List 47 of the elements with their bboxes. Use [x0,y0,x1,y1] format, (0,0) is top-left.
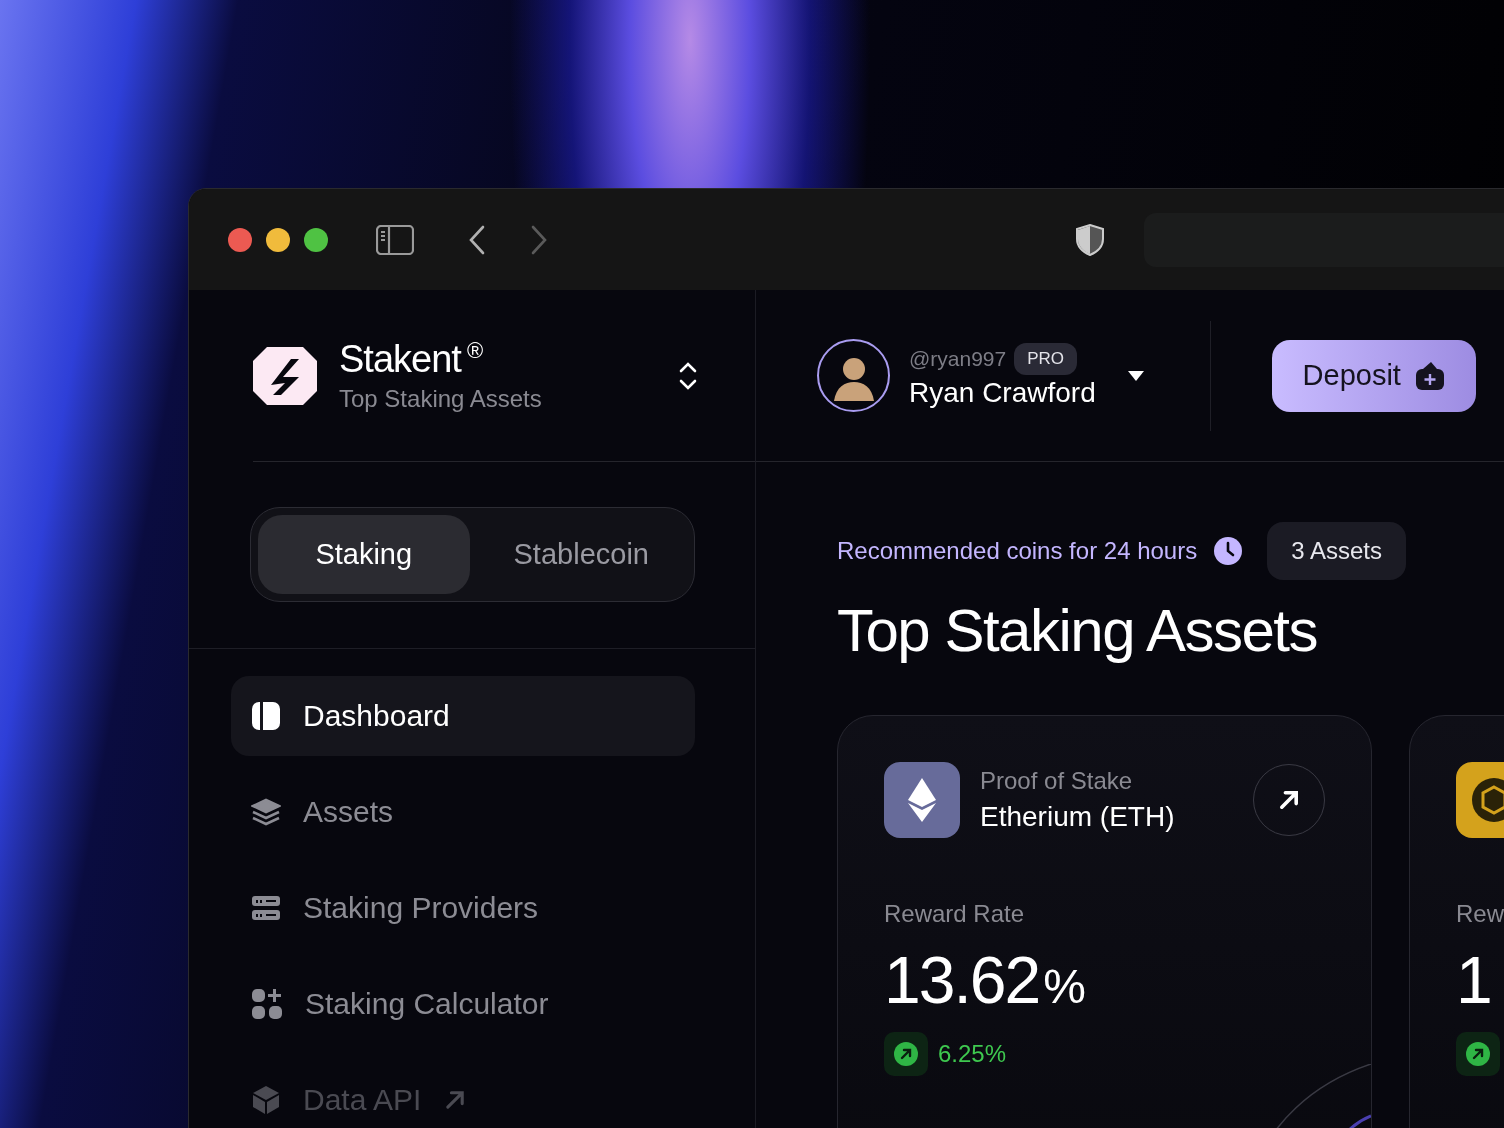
page-title: Top Staking Assets [837,596,1318,665]
user-handle: @ryan997 [909,346,1007,371]
consensus-label: Proof of Stake [980,767,1134,795]
change-percent: 6.25% [938,1040,1007,1068]
asset-count-badge: 3 Assets [1267,522,1406,580]
segment-tab[interactable]: Staking [258,515,470,594]
clock-icon [1213,536,1244,566]
chevron-up-down-icon[interactable] [679,360,697,391]
reward-rate-value: 1 [1456,942,1491,1018]
arrow-up-right-icon [1277,788,1301,812]
registered-mark: ® [466,338,484,364]
reward-rate-value: 13.62 [884,942,1040,1018]
brand-subtitle: Top Staking Assets [339,385,543,413]
calculator-icon [251,988,283,1020]
segment-tab[interactable]: Stablecoin [475,515,687,594]
zoom-button[interactable] [304,227,328,252]
shield-icon[interactable] [1076,223,1104,256]
back-icon[interactable] [468,224,486,255]
diamond-icon [908,778,936,822]
plan-badge: PRO [1014,342,1078,375]
nav-item[interactable]: Staking Providers [231,868,695,948]
avatar[interactable] [817,339,890,412]
caret-icon[interactable] [1127,370,1144,381]
asset-card[interactable]: Rew 1 [1409,715,1504,1128]
logo-icon [253,346,317,405]
layers-icon [251,797,281,827]
reward-rate-label: Rew [1456,900,1504,928]
minimize-button[interactable] [266,227,290,252]
nav-item[interactable]: Staking Calculator [231,964,695,1044]
forward-icon[interactable] [530,224,548,255]
trend-up-icon [884,1032,928,1076]
server-icon [251,893,281,923]
nav-item[interactable]: Dashboard [231,676,695,756]
user-name: Ryan Crawford [909,376,1096,409]
trend-up-icon [1456,1032,1500,1076]
sidebar-toggle-icon[interactable] [376,224,414,255]
deposit-button[interactable]: Deposit [1271,339,1476,412]
close-button[interactable] [228,227,252,252]
brand-name: Stakent [339,338,461,381]
nav-item[interactable]: Assets [231,772,695,852]
dashboard-icon [251,701,281,731]
recommendation-hint: Recommended coins for 24 hours [837,537,1198,565]
asset-card[interactable]: Proof of Stake Etherium (ETH) Reward Rate 13.62% 6.25% [837,715,1372,1128]
percent-unit: % [1043,959,1086,1014]
wallet-icon [1414,360,1445,391]
reward-rate-label: Reward Rate [884,900,1026,928]
coin-name: Etherium (ETH) [980,801,1176,833]
